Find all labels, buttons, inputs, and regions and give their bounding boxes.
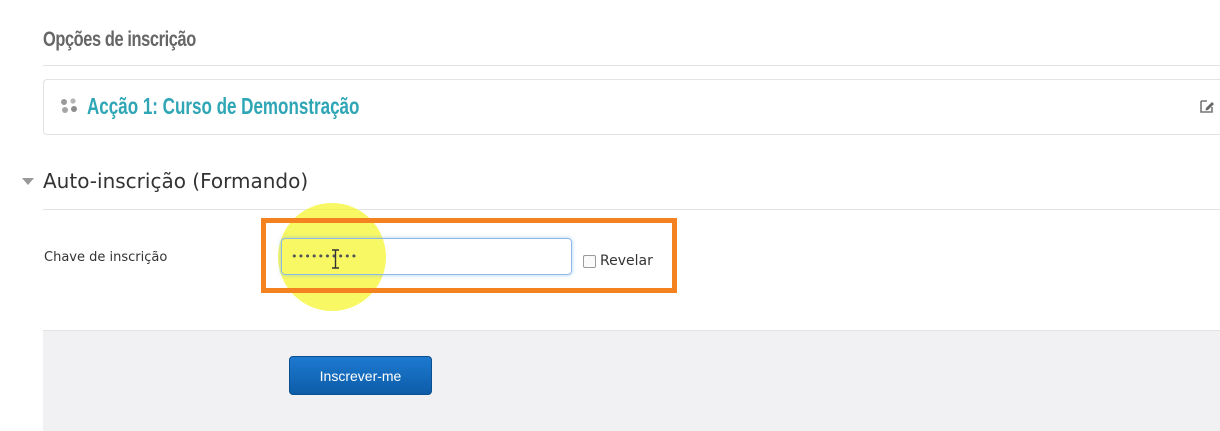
top-cropped-strip: [160, 0, 410, 4]
form-actions-panel: [43, 330, 1220, 431]
enrolment-key-label: Chave de inscrição: [44, 250, 168, 265]
heading-divider: [43, 65, 1220, 66]
enrolment-options-heading: Opções de inscrição: [43, 28, 196, 51]
course-name-link[interactable]: Acção 1: Curso de Demonstração: [87, 93, 359, 120]
reveal-checkbox[interactable]: [583, 255, 596, 268]
triangle-down-icon[interactable]: [22, 178, 34, 185]
enrolment-key-input[interactable]: [281, 238, 572, 275]
course-box: Acção 1: Curso de Demonstração: [43, 79, 1220, 135]
fieldset-divider: [43, 209, 1220, 210]
self-enrolment-legend[interactable]: Auto-inscrição (Formando): [43, 169, 308, 193]
reveal-label[interactable]: Revelar: [600, 253, 653, 269]
course-plugin-icon: [61, 98, 77, 113]
enrol-me-button[interactable]: Inscrever-me: [289, 356, 432, 395]
edit-summary-icon[interactable]: [1199, 98, 1215, 114]
